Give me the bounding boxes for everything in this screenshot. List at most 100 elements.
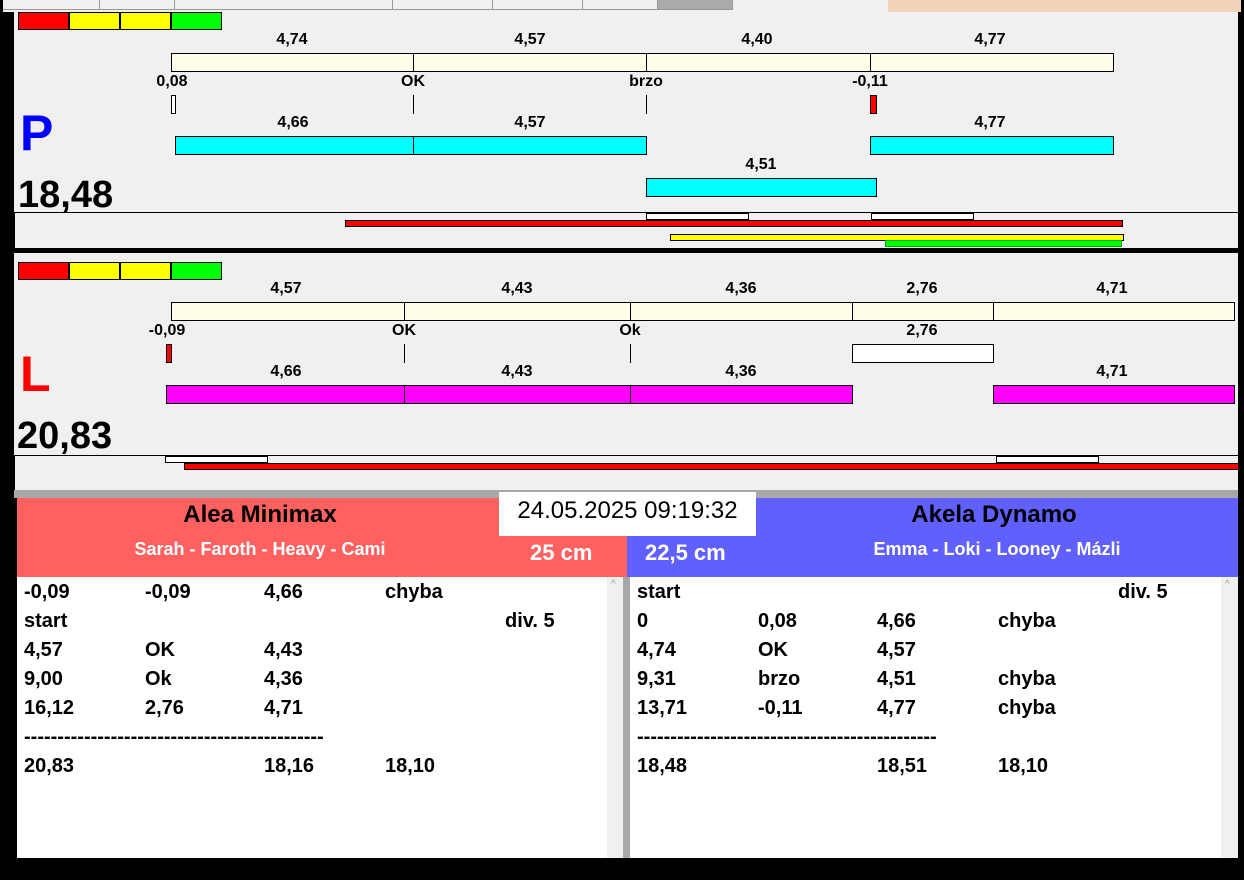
list-cell: brzo xyxy=(758,668,801,690)
scroll-up-icon[interactable]: ^ xyxy=(611,579,616,590)
dog-time-label: 4,66 xyxy=(277,114,309,131)
team-name: Akela Dynamo xyxy=(911,501,1077,528)
datetime: 24.05.2025 09:19:32 xyxy=(499,492,756,536)
dog-names: Emma - Loki - Looney - Mázli xyxy=(873,539,1121,559)
list-cell: 9,31 xyxy=(637,668,676,690)
tab[interactable] xyxy=(393,0,493,10)
dog-bar xyxy=(630,385,853,404)
timeline-track xyxy=(14,212,1238,248)
list-cell: 0 xyxy=(637,610,649,632)
pass-label: 0,08 xyxy=(156,73,188,90)
list-cell: chyba xyxy=(385,581,443,603)
dog-time-label: 4,36 xyxy=(725,363,757,380)
tab[interactable] xyxy=(3,0,100,10)
dog-bar xyxy=(175,136,414,155)
pass-label: Ok xyxy=(619,322,641,339)
split-label: 4,36 xyxy=(725,280,757,297)
pass-mark-error xyxy=(870,95,877,114)
light-red xyxy=(18,262,69,280)
right-results-list[interactable]: start div. 5 0 0,08 4,66 chyba 4,74 OK 4,57 9,31 b… xyxy=(630,577,1221,858)
lane-letter: L xyxy=(20,346,51,402)
dog-names: Sarah - Faroth - Heavy - Cami xyxy=(134,539,386,559)
list-cell: 18,10 xyxy=(998,755,1049,777)
pass-mark xyxy=(852,344,994,363)
scrollbar[interactable]: ^ xyxy=(607,577,623,858)
list-cell: chyba xyxy=(998,610,1056,632)
list-cell: 13,71 xyxy=(637,697,688,719)
list-cell: chyba xyxy=(998,697,1056,719)
list-cell: 0,08 xyxy=(758,610,797,632)
light-yellow xyxy=(120,262,171,280)
status-area xyxy=(888,0,1241,12)
lane-p-panel: 4,74 4,57 4,40 4,77 0,08 OK brzo -0,11 P… xyxy=(14,12,1238,248)
list-cell: 18,16 xyxy=(264,755,315,777)
run-bar xyxy=(171,302,1235,321)
list-cell: 4,51 xyxy=(877,668,916,690)
tab[interactable] xyxy=(658,0,733,10)
pass-mark xyxy=(413,95,414,114)
dog-bar xyxy=(870,136,1114,155)
light-red xyxy=(18,12,69,30)
list-cell: 18,10 xyxy=(385,755,436,777)
split-label: 4,77 xyxy=(974,31,1006,48)
list-cell: 9,00 xyxy=(24,668,63,690)
dog-bar xyxy=(166,385,405,404)
dog-bar xyxy=(413,136,647,155)
pass-label: -0,09 xyxy=(148,322,186,339)
split-label: 4,43 xyxy=(501,280,533,297)
split-label: 4,74 xyxy=(276,31,308,48)
dog-time-label: 4,51 xyxy=(745,156,777,173)
dog-time-label: 4,71 xyxy=(1096,363,1128,380)
list-cell: Ok xyxy=(145,668,172,690)
split-label: 4,40 xyxy=(741,31,773,48)
jump-height: 25 cm xyxy=(530,540,593,565)
split-label: 4,71 xyxy=(1096,280,1128,297)
list-cell: OK xyxy=(758,639,788,661)
timeline-track xyxy=(14,455,1239,490)
pass-mark xyxy=(171,95,176,114)
dog-time-label: 4,57 xyxy=(514,114,546,131)
light-yellow xyxy=(69,12,120,30)
dog-time-label: 4,43 xyxy=(501,363,533,380)
list-cell: 18,51 xyxy=(877,755,928,777)
list-cell: 4,36 xyxy=(264,668,303,690)
timeline-red xyxy=(345,220,1123,227)
list-cell: div. 5 xyxy=(505,610,555,632)
pass-label: 2,76 xyxy=(906,322,938,339)
tab[interactable] xyxy=(493,0,583,10)
divider xyxy=(413,53,414,72)
list-cell: 16,12 xyxy=(24,697,75,719)
dog-bar xyxy=(993,385,1235,404)
split-label: 4,57 xyxy=(270,280,302,297)
dog-bar xyxy=(404,385,631,404)
tab[interactable] xyxy=(175,0,393,10)
list-cell: ----------------------------------------… xyxy=(24,726,324,748)
lane-total: 18,48 xyxy=(18,174,114,216)
lane-total: 20,83 xyxy=(17,415,113,457)
tab[interactable] xyxy=(583,0,658,10)
list-cell: 4,57 xyxy=(877,639,916,661)
list-cell: 4,43 xyxy=(264,639,303,661)
left-results-list[interactable]: -0,09 -0,09 4,66 chyba start div. 5 4,57 OK 4,43… xyxy=(17,577,607,858)
list-cell: -0,09 xyxy=(24,581,70,603)
list-cell: ----------------------------------------… xyxy=(637,726,937,748)
dog-bar-rerun xyxy=(646,178,877,197)
tab-strip xyxy=(3,0,1241,12)
list-cell: div. 5 xyxy=(1118,581,1168,603)
list-cell: OK xyxy=(145,639,175,661)
light-green xyxy=(171,262,222,280)
list-cell: 4,74 xyxy=(637,639,676,661)
list-cell: start xyxy=(24,610,68,632)
lane-l-panel: 4,57 4,43 4,36 2,76 4,71 -0,09 OK Ok 2,7… xyxy=(14,253,1239,490)
pass-label: OK xyxy=(392,322,416,339)
light-yellow xyxy=(69,262,120,280)
timeline-green xyxy=(885,240,1122,247)
run-bar xyxy=(171,53,1114,72)
scrollbar[interactable]: ^ xyxy=(1221,577,1238,858)
dog-time-label: 4,77 xyxy=(974,114,1006,131)
scroll-up-icon[interactable]: ^ xyxy=(1225,579,1230,590)
tab[interactable] xyxy=(100,0,175,10)
divider xyxy=(646,53,647,72)
list-cell: 18,48 xyxy=(637,755,688,777)
list-cell: -0,11 xyxy=(758,697,803,719)
